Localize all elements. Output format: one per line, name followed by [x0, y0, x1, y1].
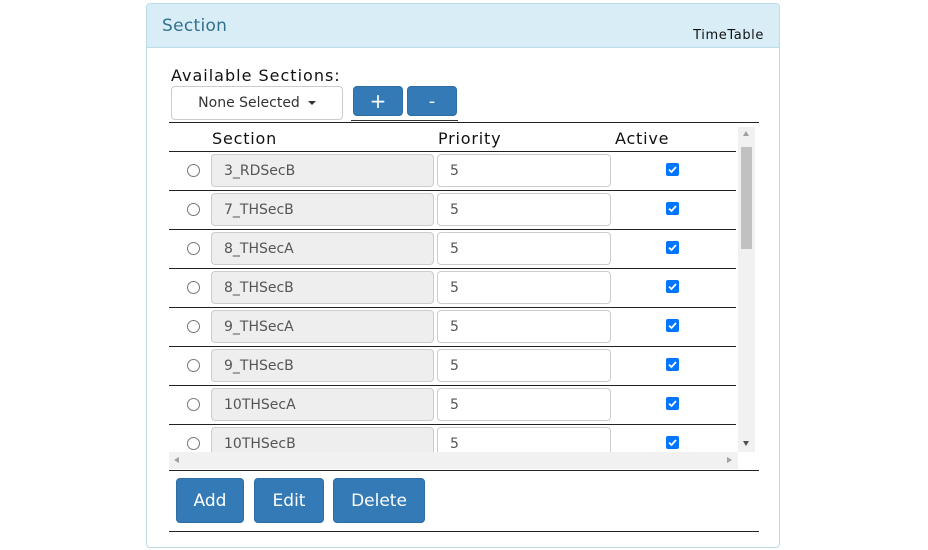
active-checkbox[interactable]: [666, 241, 679, 254]
section-panel: Section TimeTable Available Sections: No…: [146, 3, 780, 548]
priority-field[interactable]: 5: [437, 232, 611, 265]
row-select-radio[interactable]: [187, 398, 200, 411]
table-body: 3_RDSecB 5 7_THSecB 5 8_THSecA 5 8_THSecB 5 9_TH…: [169, 152, 736, 452]
check-icon: [668, 244, 677, 252]
row-select-radio[interactable]: [187, 203, 200, 216]
table-row: 10THSecA 5: [169, 386, 736, 425]
header-active: Active: [615, 129, 670, 148]
section-name-field: 8_THSecB: [211, 271, 434, 304]
scroll-right-icon[interactable]: [727, 457, 732, 463]
row-select-radio[interactable]: [187, 320, 200, 333]
panel-header: Section TimeTable: [147, 4, 779, 48]
caret-down-icon: [307, 101, 316, 105]
priority-field[interactable]: 5: [437, 193, 611, 226]
row-select-radio[interactable]: [187, 242, 200, 255]
section-name-field: 7_THSecB: [211, 193, 434, 226]
plus-icon: +: [369, 89, 387, 113]
table-row: 8_THSecA 5: [169, 230, 736, 269]
priority-field[interactable]: 5: [437, 388, 611, 421]
dropdown-value: None Selected: [198, 95, 300, 111]
scroll-up-icon[interactable]: [743, 131, 749, 136]
active-checkbox[interactable]: [666, 280, 679, 293]
section-name-field: 3_RDSecB: [211, 154, 434, 187]
table-row: 10THSecB 5: [169, 425, 736, 452]
check-icon: [668, 322, 677, 330]
footer-divider: [169, 531, 759, 532]
available-sections-label: Available Sections:: [171, 66, 341, 85]
available-sections-dropdown[interactable]: None Selected: [171, 86, 343, 120]
priority-field[interactable]: 5: [437, 154, 611, 187]
row-select-radio[interactable]: [187, 437, 200, 450]
active-checkbox[interactable]: [666, 202, 679, 215]
check-icon: [668, 166, 677, 174]
vertical-scroll-thumb[interactable]: [741, 147, 752, 249]
delete-button[interactable]: Delete: [333, 478, 425, 523]
priority-field[interactable]: 5: [437, 427, 611, 452]
table-row: 7_THSecB 5: [169, 191, 736, 230]
vertical-scrollbar[interactable]: [738, 127, 755, 452]
active-checkbox[interactable]: [666, 436, 679, 449]
panel-title: Section: [162, 16, 228, 36]
active-checkbox[interactable]: [666, 319, 679, 332]
table-row: 9_THSecB 5: [169, 347, 736, 386]
table-row: 8_THSecB 5: [169, 269, 736, 308]
priority-field[interactable]: 5: [437, 271, 611, 304]
active-checkbox[interactable]: [666, 358, 679, 371]
row-select-radio[interactable]: [187, 164, 200, 177]
check-icon: [668, 283, 677, 291]
row-select-radio[interactable]: [187, 281, 200, 294]
header-priority: Priority: [438, 129, 502, 148]
active-checkbox[interactable]: [666, 163, 679, 176]
table-row: 3_RDSecB 5: [169, 152, 736, 191]
edit-button[interactable]: Edit: [254, 478, 324, 523]
section-name-field: 10THSecA: [211, 388, 434, 421]
table-header: Section Priority Active: [169, 123, 736, 152]
add-button[interactable]: Add: [176, 478, 244, 523]
active-checkbox[interactable]: [666, 397, 679, 410]
section-name-field: 9_THSecA: [211, 310, 434, 343]
section-name-field: 8_THSecA: [211, 232, 434, 265]
button-underline: [351, 120, 458, 121]
priority-field[interactable]: 5: [437, 349, 611, 382]
priority-field[interactable]: 5: [437, 310, 611, 343]
sections-table: Section Priority Active 3_RDSecB 5 7_THSec…: [169, 122, 759, 470]
remove-section-minus-button[interactable]: -: [407, 86, 457, 116]
section-name-field: 9_THSecB: [211, 349, 434, 382]
row-select-radio[interactable]: [187, 359, 200, 372]
add-section-plus-button[interactable]: +: [353, 86, 403, 116]
check-icon: [668, 439, 677, 447]
check-icon: [668, 205, 677, 213]
table-row: 9_THSecA 5: [169, 308, 736, 347]
header-section: Section: [212, 129, 278, 148]
table-bottom-border: [169, 470, 759, 471]
scroll-left-icon[interactable]: [174, 457, 179, 463]
section-name-field: 10THSecB: [211, 427, 434, 452]
scroll-down-icon[interactable]: [743, 441, 749, 446]
horizontal-scrollbar[interactable]: [169, 452, 738, 469]
check-icon: [668, 400, 677, 408]
check-icon: [668, 361, 677, 369]
minus-icon: -: [428, 90, 436, 112]
timetable-label: TimeTable: [693, 28, 764, 43]
